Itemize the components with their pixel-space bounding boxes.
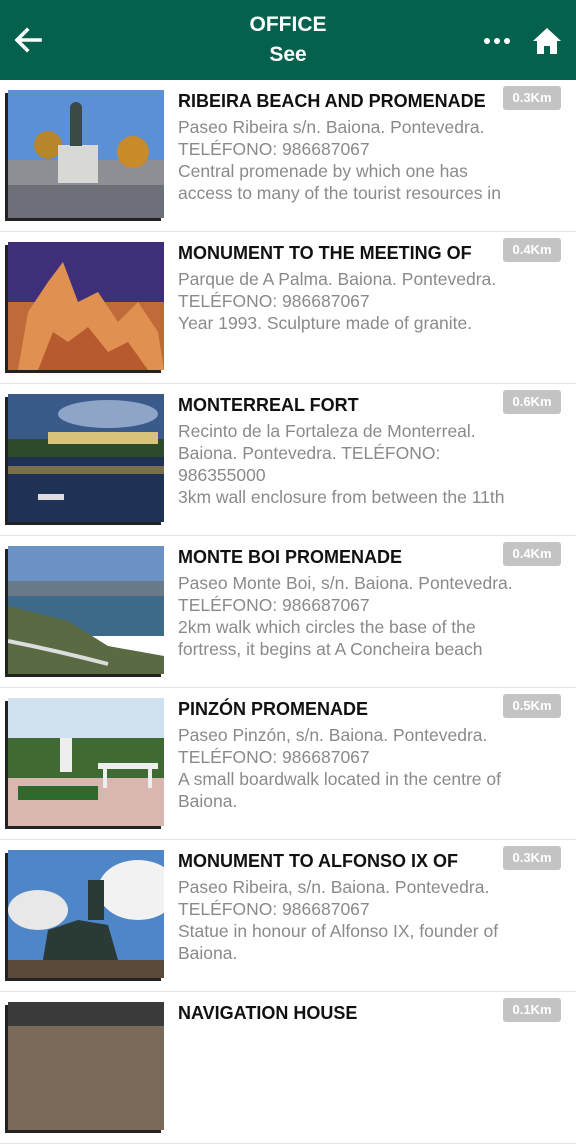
list-item[interactable]: MONTERREAL FORT 0.6Km Recinto de la Fort… xyxy=(0,384,576,536)
distance-badge: 0.5Km xyxy=(503,694,561,718)
more-horizontal-icon xyxy=(484,38,510,44)
place-name: MONTERREAL FORT xyxy=(178,395,359,415)
distance-badge: 0.3Km xyxy=(503,846,561,870)
place-description: Parque de A Palma. Baiona. Pontevedra. TE… xyxy=(178,269,497,333)
list-item[interactable]: NAVIGATION HOUSE 0.1Km xyxy=(0,992,576,1144)
home-icon xyxy=(533,28,561,54)
place-name: PINZÓN PROMENADE xyxy=(178,699,369,719)
place-name: MONUMENT TO THE MEETING OF xyxy=(178,243,472,263)
list-item[interactable]: PINZÓN PROMENADE 0.5Km Paseo Pinzón, s/n… xyxy=(0,688,576,840)
place-photo xyxy=(8,850,164,978)
distance-badge: 0.4Km xyxy=(503,542,561,566)
place-description: Paseo Monte Boi, s/n. Baiona. Pontevedra… xyxy=(178,573,513,659)
list-item[interactable]: RIBEIRA BEACH AND PROMENADE 0.3Km Paseo … xyxy=(0,80,576,232)
place-name: MONTE BOI PROMENADE xyxy=(178,547,403,567)
distance-badge: 0.6Km xyxy=(503,390,561,414)
places-list: RIBEIRA BEACH AND PROMENADE 0.3Km Paseo … xyxy=(0,80,576,1144)
list-item[interactable]: MONUMENT TO THE MEETING OF 0.4Km Parque … xyxy=(0,232,576,384)
place-photo xyxy=(8,1002,164,1130)
place-photo xyxy=(8,698,164,826)
place-name: NAVIGATION HOUSE xyxy=(178,1003,358,1023)
home-button[interactable] xyxy=(530,24,564,58)
place-description: Paseo Pinzón, s/n. Baiona. Pontevedra. TE… xyxy=(178,725,501,811)
place-photo xyxy=(8,90,164,218)
place-name: RIBEIRA BEACH AND PROMENADE xyxy=(178,91,486,111)
more-options-button[interactable] xyxy=(482,26,512,56)
distance-badge: 0.3Km xyxy=(503,86,561,110)
distance-badge: 0.1Km xyxy=(503,998,561,1022)
place-name: MONUMENT TO ALFONSO IX OF xyxy=(178,851,458,871)
place-description: Recinto de la Fortaleza de Monterreal. Ba… xyxy=(178,421,505,507)
place-description: Paseo Ribeira s/n. Baiona. Pontevedra. TE… xyxy=(178,117,501,203)
list-item[interactable]: MONUMENT TO ALFONSO IX OF 0.3Km Paseo Ri… xyxy=(0,840,576,992)
distance-badge: 0.4Km xyxy=(503,238,561,262)
place-photo xyxy=(8,394,164,522)
place-photo xyxy=(8,546,164,674)
app-bar: OFFICE See xyxy=(0,0,576,80)
place-description: Paseo Ribeira, s/n. Baiona. Pontevedra. T… xyxy=(178,877,499,963)
place-photo xyxy=(8,242,164,370)
list-item[interactable]: MONTE BOI PROMENADE 0.4Km Paseo Monte Bo… xyxy=(0,536,576,688)
